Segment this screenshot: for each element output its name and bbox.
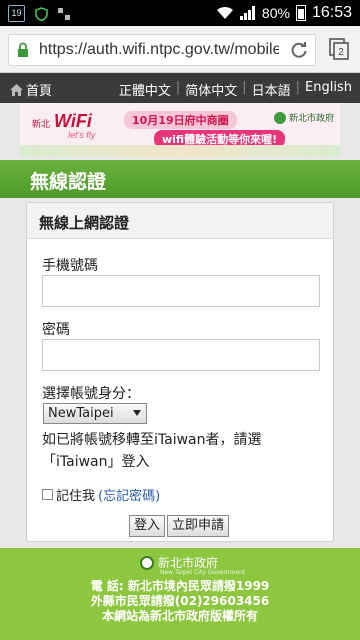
tab-switcher-button[interactable]: 2 (328, 38, 350, 60)
phone-label: 手機號碼 (42, 258, 98, 274)
browser-toolbar: https://auth.wifi.ntpc.gov.tw/mobile 2 (0, 26, 360, 73)
city-emblem-icon (273, 111, 286, 124)
lock-icon (18, 42, 28, 57)
password-label: 密碼 (42, 322, 70, 338)
battery-percent: 80% (261, 5, 290, 21)
lang-japanese[interactable]: 日本語 (252, 80, 291, 99)
phone-input[interactable] (42, 275, 320, 307)
lang-simplified-chinese[interactable]: 简体中文 (185, 80, 237, 99)
login-button[interactable]: 登入 (129, 515, 166, 537)
signal-icon (239, 6, 255, 20)
banner-region: 新北 (32, 120, 51, 130)
divider: | (295, 80, 301, 95)
card-header: 無線上網認證 (27, 203, 333, 239)
divider: | (242, 80, 247, 95)
footer: 新北市政府 New Taipei City Government 電 話: 新北… (0, 548, 360, 640)
tab-count: 2 (338, 47, 344, 58)
promo-banner[interactable]: 新北 WiFi let's fly 10月19日府中商圈 wifi體驗活動等你來… (20, 103, 340, 157)
reload-icon[interactable] (289, 40, 309, 60)
site-nav: 首頁 正體中文 | 简体中文 | 日本語 | English (0, 73, 360, 103)
account-type-value: NewTaipei (48, 406, 114, 421)
language-menu: 正體中文 | 简体中文 | 日本語 | English (119, 80, 352, 99)
url-text: https://auth.wifi.ntpc.gov.tw/mobile (39, 41, 279, 58)
register-button[interactable]: 立即申請 (167, 515, 230, 537)
battery-icon (295, 5, 306, 21)
account-type-label: 選擇帳號身分： (42, 386, 140, 402)
home-label: 首頁 (26, 84, 53, 99)
lang-traditional-chinese[interactable]: 正體中文 (119, 80, 171, 99)
tabs-icon: 2 (329, 38, 349, 60)
lang-english[interactable]: English (305, 80, 352, 99)
banner-logo-text: 新北市政府 (288, 114, 334, 124)
password-input[interactable] (42, 339, 320, 371)
divider: | (175, 80, 181, 95)
page-title-bar: 無線認證 (0, 160, 360, 198)
footer-logo-sub: New Taipei City Government (160, 569, 246, 576)
remember-me: 記住我 (忘記密碼) (42, 485, 160, 504)
forgot-password-link[interactable]: (忘記密碼) (98, 485, 160, 504)
footer-contact: 電 話: 新北市境內民眾請撥1999 外縣市民眾請撥(02)29603456 本… (0, 579, 360, 624)
footer-line: 本網站為新北市政府版權所有 (101, 609, 258, 623)
account-type-select[interactable]: NewTaipei (43, 403, 147, 424)
itaiwan-note: 如已將帳號移轉至iTaiwan者，請選「iTaiwan」登入 (42, 432, 262, 470)
wifi-icon (216, 6, 233, 19)
dropdown-arrow-icon (133, 410, 141, 416)
banner-tagline: let's fly (68, 130, 96, 140)
clock: 16:53 (311, 4, 352, 21)
page-title: 無線認證 (30, 171, 107, 193)
login-card: 無線上網認證 手機號碼 密碼 選擇帳號身分： NewTaipei 如已將帳號移轉… (26, 202, 334, 542)
status-bar: 19 80% 16:53 (0, 0, 360, 26)
remember-checkbox[interactable] (42, 489, 53, 500)
remember-label: 記住我 (56, 489, 96, 504)
shield-icon (35, 6, 48, 21)
home-link[interactable]: 首頁 (10, 80, 52, 99)
footer-line: 電 話: 新北市境內民眾請撥1999 (90, 579, 270, 593)
city-emblem-icon (140, 555, 154, 570)
banner-brand: WiFi let's fly (54, 111, 95, 140)
banner-brand-text: WiFi (54, 111, 92, 131)
home-icon (10, 83, 23, 96)
banner-logo: 新北市政府 (273, 111, 334, 124)
form-heading: 無線上網認證 (39, 214, 130, 232)
banner-illustration (20, 145, 340, 157)
grid-icon (58, 7, 70, 20)
address-bar[interactable]: https://auth.wifi.ntpc.gov.tw/mobile (8, 34, 316, 66)
banner-date: 10月19日府中商圈 (124, 111, 237, 129)
footer-line: 外縣市民眾請撥(02)29603456 (90, 594, 270, 608)
calendar-icon: 19 (8, 5, 25, 22)
